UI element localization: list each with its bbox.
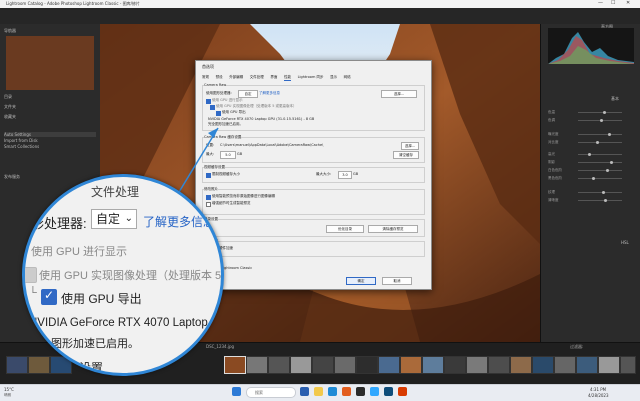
zoom-gpu-name: NVIDIA GeForce RTX 4070 Laptop GPU (3 — [29, 317, 221, 329]
chevron-down-icon: ⌄ — [124, 213, 133, 224]
thumbnail[interactable] — [444, 356, 466, 374]
clock-date[interactable]: 4/28/2023 — [588, 393, 609, 398]
zoom-gpu-processing-label: 使用 GPU 实现图像处理（处理版本 5 或更 — [39, 270, 222, 282]
start-icon[interactable] — [232, 387, 241, 396]
zoom-gpu-export-checkbox[interactable]: ✓ — [41, 288, 57, 305]
clock-time[interactable]: 4:31 PM — [590, 387, 606, 392]
task-view-icon[interactable] — [300, 387, 309, 396]
thumbnail[interactable] — [334, 356, 356, 374]
thumbnail[interactable] — [620, 356, 636, 374]
current-filename: DSC_1234.jpg — [206, 344, 235, 349]
search-placeholder: 搜索 — [255, 390, 263, 395]
thumbnail[interactable] — [554, 356, 576, 374]
thumbnail[interactable] — [246, 356, 268, 374]
photoshop-icon[interactable] — [370, 387, 379, 396]
weather-temp[interactable]: 15°C — [4, 387, 14, 392]
magnifier-callout: 文件处理 形处理器: 自定 ⌄ 了解更多信息 使用 GPU 进行显示 使用 GP… — [22, 174, 224, 376]
thumbnail[interactable] — [268, 356, 290, 374]
office-icon[interactable] — [398, 387, 407, 396]
thumbnail[interactable] — [510, 356, 532, 374]
zoom-gpu-value: 自定 — [96, 212, 121, 226]
zoom-gpu-status: 完全图形加速已启用。 — [29, 338, 139, 350]
thumbnail[interactable] — [290, 356, 312, 374]
thumbnail[interactable] — [312, 356, 334, 374]
chrome-icon[interactable] — [342, 387, 351, 396]
weather-desc: 晴朗 — [4, 393, 11, 397]
thumbnail[interactable] — [488, 356, 510, 374]
thumbnail[interactable] — [28, 356, 50, 374]
thumbnail[interactable] — [598, 356, 620, 374]
lightroom-icon[interactable] — [384, 387, 393, 396]
thumbnail[interactable] — [378, 356, 400, 374]
thumbnail[interactable] — [532, 356, 554, 374]
zoom-gpu-display-label: 使用 GPU 进行显示 — [31, 246, 127, 258]
zoom-gpu-processing-checkbox[interactable] — [25, 267, 37, 283]
thumbnail[interactable] — [422, 356, 444, 374]
file-explorer-icon[interactable] — [314, 387, 323, 396]
thumbnail[interactable] — [356, 356, 378, 374]
thumbnail[interactable] — [576, 356, 598, 374]
store-icon[interactable] — [356, 387, 365, 396]
zoom-gpu-select[interactable]: 自定 ⌄ — [91, 209, 137, 229]
zoom-learn-more-link[interactable]: 了解更多信息 — [143, 213, 215, 230]
thumbnail-selected[interactable] — [224, 356, 246, 374]
edge-icon[interactable] — [328, 387, 337, 396]
taskbar-search[interactable]: 搜索 — [246, 387, 296, 398]
zoom-gpu-label: 形处理器: — [31, 216, 87, 231]
thumbnail[interactable] — [6, 356, 28, 374]
thumbnail[interactable] — [466, 356, 488, 374]
zoom-partial-tab: 文件处理 — [91, 185, 140, 199]
zoom-gpu-export-label: 使用 GPU 导出 — [61, 292, 142, 306]
tree-connector-icon: └ — [29, 287, 37, 299]
check-icon: ✓ — [44, 288, 55, 302]
thumbnail[interactable] — [400, 356, 422, 374]
